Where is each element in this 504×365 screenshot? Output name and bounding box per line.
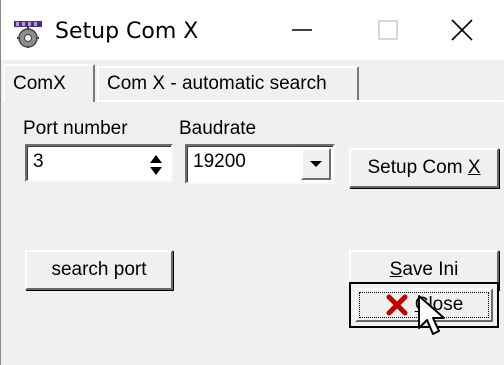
app-setup-icon [14, 21, 42, 48]
search-port-button[interactable]: search port [25, 250, 173, 290]
port-number-label: Port number [23, 118, 128, 139]
port-number-stepper[interactable]: 3 [25, 144, 173, 182]
chevron-down-icon [310, 161, 322, 167]
spin-buttons[interactable] [145, 152, 167, 178]
spin-up-down-icon [150, 155, 162, 175]
setup-com-window: Setup Com X ComX Com X - automatic searc… [0, 0, 504, 365]
save-ini-accelerator: S [389, 259, 403, 280]
baudrate-value: 19200 [193, 151, 246, 172]
title-bar[interactable]: Setup Com X [1, 0, 504, 60]
minimize-icon [292, 29, 312, 31]
tab-comx[interactable]: ComX [3, 64, 95, 102]
setup-com-button[interactable]: Setup Com X [349, 148, 499, 188]
tab-strip: ComX Com X - automatic search [1, 60, 504, 102]
mouse-pointer-icon [418, 295, 445, 335]
minimize-button[interactable] [259, 0, 345, 60]
tab-automatic-search[interactable]: Com X - automatic search [97, 66, 359, 100]
close-icon [451, 19, 473, 41]
window-title: Setup Com X [55, 19, 199, 44]
setup-com-accelerator: X [467, 157, 481, 178]
save-ini-label: ave Ini [402, 259, 459, 280]
baudrate-label: Baudrate [179, 118, 257, 139]
search-port-label: search port [51, 259, 147, 280]
close-window-button[interactable] [419, 0, 504, 60]
port-number-value: 3 [33, 151, 44, 172]
red-x-icon [386, 294, 408, 316]
setup-com-label: Setup Com [367, 157, 468, 178]
baudrate-dropdown-button[interactable] [301, 148, 331, 180]
maximize-icon [378, 20, 398, 40]
baudrate-select[interactable]: 19200 [185, 144, 335, 184]
